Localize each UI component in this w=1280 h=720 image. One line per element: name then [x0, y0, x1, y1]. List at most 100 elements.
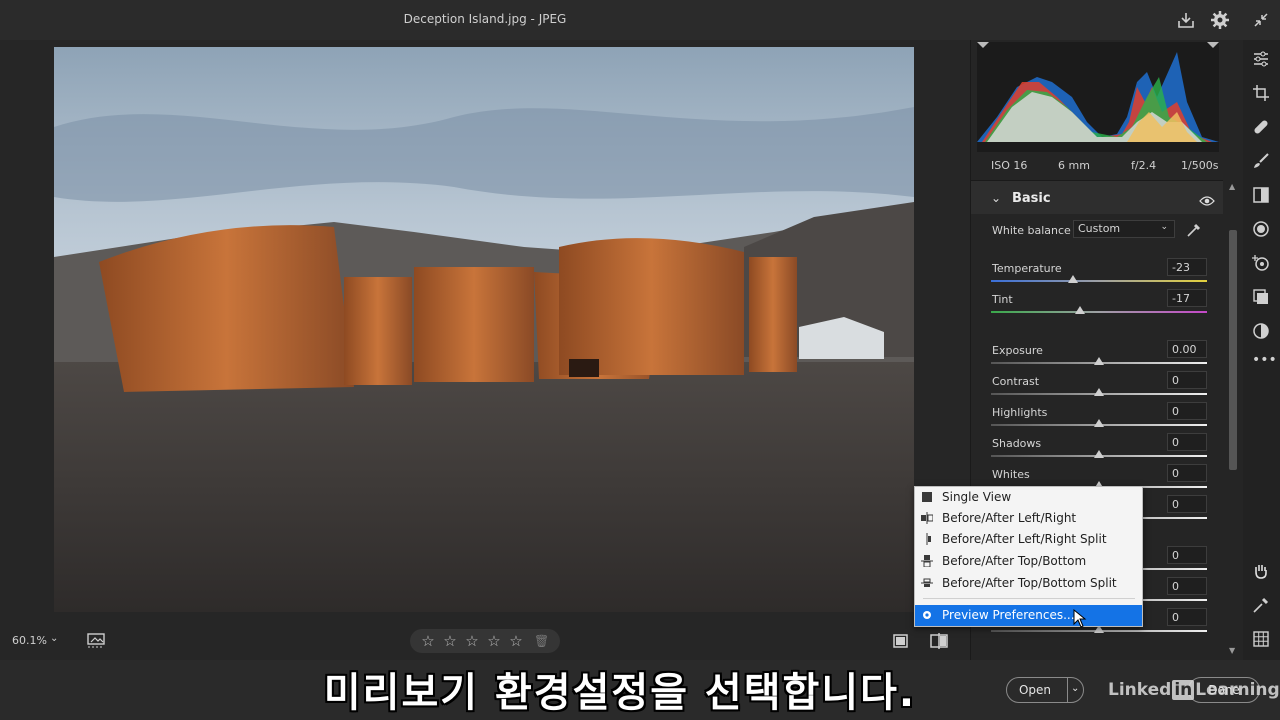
scroll-down-icon[interactable]: ▼ — [1229, 646, 1235, 655]
slider-thumb[interactable] — [1094, 450, 1104, 458]
menu-item-label: Before/After Top/Bottom Split — [942, 576, 1117, 590]
slider-label: Contrast — [992, 375, 1040, 388]
menu-item-preview-preferences[interactable]: Preview Preferences... — [915, 605, 1142, 626]
slider-temperature[interactable]: Temperature -23 — [991, 258, 1207, 292]
slider-value-field[interactable]: 0 — [1167, 546, 1207, 564]
rating-stars: ☆ ☆ ☆ ☆ ☆ 🗑 — [410, 629, 560, 653]
hand-icon[interactable] — [1252, 562, 1270, 580]
menu-item-label: Before/After Left/Right — [942, 511, 1077, 525]
slider-thumb[interactable] — [1074, 306, 1085, 314]
filmstrip-icon[interactable] — [86, 631, 108, 649]
slider-track[interactable] — [991, 311, 1207, 313]
menu-item-before-after-left-right-split[interactable]: Before/After Left/Right Split — [915, 529, 1142, 550]
white-balance-value: Custom — [1078, 222, 1121, 235]
zoom-level[interactable]: 60.1% — [12, 634, 47, 647]
menu-item-single-view[interactable]: Single View — [915, 487, 1142, 508]
star-icon[interactable]: ☆ — [508, 632, 524, 650]
edit-sliders-icon[interactable] — [1252, 50, 1270, 68]
linear-gradient-icon[interactable] — [1252, 186, 1270, 204]
photo-preview[interactable] — [54, 47, 914, 612]
mouse-cursor-icon — [1073, 608, 1087, 629]
star-icon[interactable]: ☆ — [464, 632, 480, 650]
before-after-left-right-icon — [921, 512, 934, 524]
camera-raw-window: Deception Island.jpg - JPEG 60.1% ⌄ ☆ ☆ … — [0, 0, 1280, 720]
tool-strip: ••• — [1243, 40, 1280, 660]
slider-value-field[interactable]: 0 — [1167, 495, 1207, 513]
presets-icon[interactable] — [1252, 288, 1270, 306]
save-image-icon[interactable] — [1176, 10, 1196, 30]
image-canvas[interactable] — [0, 40, 970, 620]
gear-icon[interactable] — [1210, 10, 1230, 30]
menu-item-label: Single View — [942, 490, 1012, 504]
title-bar: Deception Island.jpg - JPEG — [0, 0, 1280, 40]
panel-scrollbar[interactable]: ▲ ▼ — [1227, 180, 1239, 660]
menu-item-before-after-left-right[interactable]: Before/After Left/Right — [915, 508, 1142, 529]
slider-label: Tint — [992, 293, 1013, 306]
chevron-down-icon: ⌄ — [1160, 222, 1168, 232]
slider-thumb[interactable] — [1094, 357, 1104, 365]
slider-value-field[interactable]: 0 — [1167, 433, 1207, 451]
gear-icon — [921, 609, 933, 621]
slider-shadows[interactable]: Shadows 0 — [991, 433, 1207, 467]
eyedropper-icon[interactable] — [1185, 221, 1203, 239]
healing-icon[interactable] — [1252, 118, 1270, 136]
star-icon[interactable]: ☆ — [486, 632, 502, 650]
slider-label: Shadows — [992, 437, 1042, 450]
view-mode-menu: Single View Before/After Left/Right Befo… — [914, 486, 1143, 627]
slider-thumb[interactable] — [1094, 419, 1104, 427]
brush-icon[interactable] — [1252, 152, 1270, 170]
single-view-icon — [921, 491, 933, 503]
slider-value-field[interactable]: 0 — [1167, 577, 1207, 595]
before-after-top-bottom-split-icon — [921, 577, 933, 589]
slider-highlights[interactable]: Highlights 0 — [991, 402, 1207, 436]
slider-thumb[interactable] — [1068, 275, 1079, 283]
window-title: Deception Island.jpg - JPEG — [403, 12, 567, 26]
color-sampler-icon[interactable] — [1252, 596, 1270, 614]
radial-gradient-icon[interactable] — [1252, 220, 1270, 238]
more-icon[interactable]: ••• — [1252, 352, 1277, 370]
scroll-up-icon[interactable]: ▲ — [1229, 182, 1235, 191]
basic-section-header[interactable]: ⌄ Basic — [971, 180, 1223, 214]
menu-divider — [923, 598, 1135, 599]
slider-thumb[interactable] — [1094, 388, 1104, 396]
snapshots-icon[interactable] — [1252, 322, 1270, 340]
exif-shutter: 1/500s — [1181, 159, 1219, 172]
exif-iso: ISO 16 — [991, 159, 1028, 172]
exif-focal-length: 6 mm — [1058, 159, 1090, 172]
eye-icon[interactable] — [1199, 192, 1215, 206]
red-eye-icon[interactable] — [1252, 254, 1270, 272]
chevron-down-icon[interactable]: ⌄ — [991, 191, 1001, 205]
slider-value-field[interactable]: -23 — [1167, 258, 1207, 276]
slider-contrast[interactable]: Contrast 0 — [991, 371, 1207, 405]
menu-item-before-after-top-bottom-split[interactable]: Before/After Top/Bottom Split — [915, 573, 1142, 594]
slider-label: Temperature — [992, 262, 1062, 275]
slider-value-field[interactable]: 0 — [1167, 371, 1207, 389]
slider-value-field[interactable]: 0 — [1167, 464, 1207, 482]
slider-label: Exposure — [992, 344, 1043, 357]
white-balance-select[interactable]: Custom ⌄ — [1073, 220, 1175, 238]
single-view-button[interactable] — [892, 632, 910, 650]
before-after-left-right-split-icon — [921, 533, 933, 545]
subtitle-caption: 미리보기 환경설정을 선택합니다. — [323, 670, 917, 716]
chevron-down-icon[interactable]: ⌄ — [50, 633, 58, 644]
grid-overlay-icon[interactable] — [1252, 630, 1270, 648]
white-balance-label: White balance — [992, 224, 1071, 237]
slider-exposure[interactable]: Exposure 0.00 — [991, 340, 1207, 374]
slider-track[interactable] — [991, 280, 1207, 282]
slider-value-field[interactable]: 0.00 — [1167, 340, 1207, 358]
star-icon[interactable]: ☆ — [442, 632, 458, 650]
bottom-bar: 60.1% ⌄ ☆ ☆ ☆ ☆ ☆ 🗑 — [0, 620, 970, 660]
menu-item-label: Before/After Top/Bottom — [942, 554, 1087, 568]
slider-value-field[interactable]: -17 — [1167, 289, 1207, 307]
scroll-thumb[interactable] — [1229, 230, 1237, 470]
slider-value-field[interactable]: 0 — [1167, 608, 1207, 626]
before-after-toggle-button[interactable] — [930, 632, 948, 650]
menu-item-before-after-top-bottom[interactable]: Before/After Top/Bottom — [915, 551, 1142, 572]
star-icon[interactable]: ☆ — [420, 632, 436, 650]
crop-icon[interactable] — [1252, 84, 1270, 102]
slider-value-field[interactable]: 0 — [1167, 402, 1207, 420]
trash-icon[interactable]: 🗑 — [534, 634, 549, 648]
menu-item-label: Preview Preferences... — [942, 608, 1075, 622]
collapse-icon[interactable] — [1251, 10, 1271, 30]
slider-tint[interactable]: Tint -17 — [991, 289, 1207, 323]
